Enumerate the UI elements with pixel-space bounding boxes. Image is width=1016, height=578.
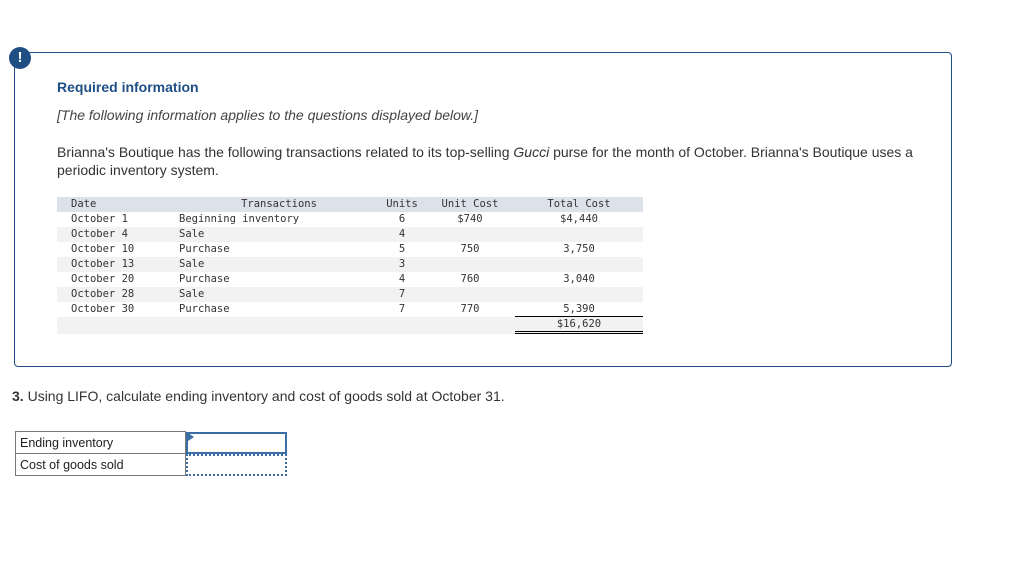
cell-units: 4 xyxy=(398,228,406,240)
cell-unit-cost xyxy=(425,287,515,302)
ending-inventory-label: Ending inventory xyxy=(15,431,186,454)
cell-date: October 28 xyxy=(71,288,135,300)
table-row: October 1 Beginning inventory 6 $740 $4,440 xyxy=(57,212,643,227)
header-units: Units xyxy=(386,198,418,210)
cell-units: 5 xyxy=(398,243,406,255)
cost-of-goods-sold-label: Cost of goods sold xyxy=(15,453,186,476)
cell-total-cost: $4,440 xyxy=(560,213,598,225)
cell-unit-cost: $740 xyxy=(457,213,483,225)
header-unit-cost: Unit Cost xyxy=(441,198,499,210)
required-information-box: Required information [The following info… xyxy=(14,52,952,367)
cell-date: October 10 xyxy=(71,243,135,255)
cell-date: October 13 xyxy=(71,258,135,270)
cell-transaction: Beginning inventory xyxy=(179,213,300,225)
cell-date: October 20 xyxy=(71,273,135,285)
info-body: Brianna's Boutique has the following tra… xyxy=(57,143,917,179)
table-total-row: $16,620 xyxy=(57,317,643,334)
table-row: October 4 Sale 4 xyxy=(57,227,643,242)
cell-unit-cost xyxy=(425,227,515,242)
cell-transaction: Purchase xyxy=(179,243,230,255)
cell-total-cost: 5,390 xyxy=(515,302,643,317)
cell-transaction: Sale xyxy=(179,228,205,240)
cell-units: 4 xyxy=(398,273,406,285)
cell-transaction: Purchase xyxy=(179,273,230,285)
cost-of-goods-sold-input[interactable] xyxy=(186,453,287,476)
question-text: 3. Using LIFO, calculate ending inventor… xyxy=(12,388,505,404)
active-cell-flag-icon xyxy=(188,433,194,441)
cell-units: 7 xyxy=(398,288,406,300)
answer-row-cogs: Cost of goods sold xyxy=(15,453,288,476)
cell-transaction: Sale xyxy=(179,288,205,300)
body-italic-text: Gucci xyxy=(513,144,550,160)
cell-unit-cost: 760 xyxy=(460,273,480,285)
question-number: 3. xyxy=(12,388,24,404)
ending-inventory-input[interactable] xyxy=(186,431,287,454)
table-row: October 28 Sale 7 xyxy=(57,287,643,302)
cell-unit-cost xyxy=(425,257,515,272)
info-note: [The following information applies to th… xyxy=(57,107,479,123)
cell-units: 3 xyxy=(398,258,406,270)
cell-date: October 1 xyxy=(71,213,128,225)
header-total-cost: Total Cost xyxy=(547,198,611,210)
question-body: Using LIFO, calculate ending inventory a… xyxy=(23,388,505,404)
cell-transaction: Sale xyxy=(179,258,205,270)
cell-total-cost: 3,040 xyxy=(563,273,595,285)
cell-total-cost: 3,750 xyxy=(563,243,595,255)
answer-row-ending-inventory: Ending inventory xyxy=(15,431,288,454)
cell-transaction: Purchase xyxy=(179,303,230,315)
cell-date: October 4 xyxy=(71,228,128,240)
body-text: Brianna's Boutique has the following tra… xyxy=(57,144,514,160)
required-information-title: Required information xyxy=(57,79,199,95)
cell-unit-cost: 770 xyxy=(460,303,480,315)
table-header-row: Date Transactions Units Unit Cost Total … xyxy=(57,197,643,212)
cell-total-cost xyxy=(515,287,643,302)
transactions-table: Date Transactions Units Unit Cost Total … xyxy=(57,197,643,334)
cell-units: 7 xyxy=(398,303,406,315)
cell-total-cost xyxy=(515,257,643,272)
cell-total-cost xyxy=(515,227,643,242)
cell-date: October 30 xyxy=(71,303,135,315)
answer-table: Ending inventory Cost of goods sold xyxy=(15,431,288,476)
grand-total: $16,620 xyxy=(515,317,643,334)
cell-units: 6 xyxy=(398,213,406,225)
cell-unit-cost: 750 xyxy=(460,243,480,255)
header-transactions: Transactions xyxy=(241,198,317,210)
table-row: October 30 Purchase 7 770 5,390 xyxy=(57,302,643,317)
table-row: October 13 Sale 3 xyxy=(57,257,643,272)
header-date: Date xyxy=(71,198,97,210)
table-row: October 20 Purchase 4 760 3,040 xyxy=(57,272,643,287)
exclamation-icon: ! xyxy=(9,47,31,69)
table-row: October 10 Purchase 5 750 3,750 xyxy=(57,242,643,257)
